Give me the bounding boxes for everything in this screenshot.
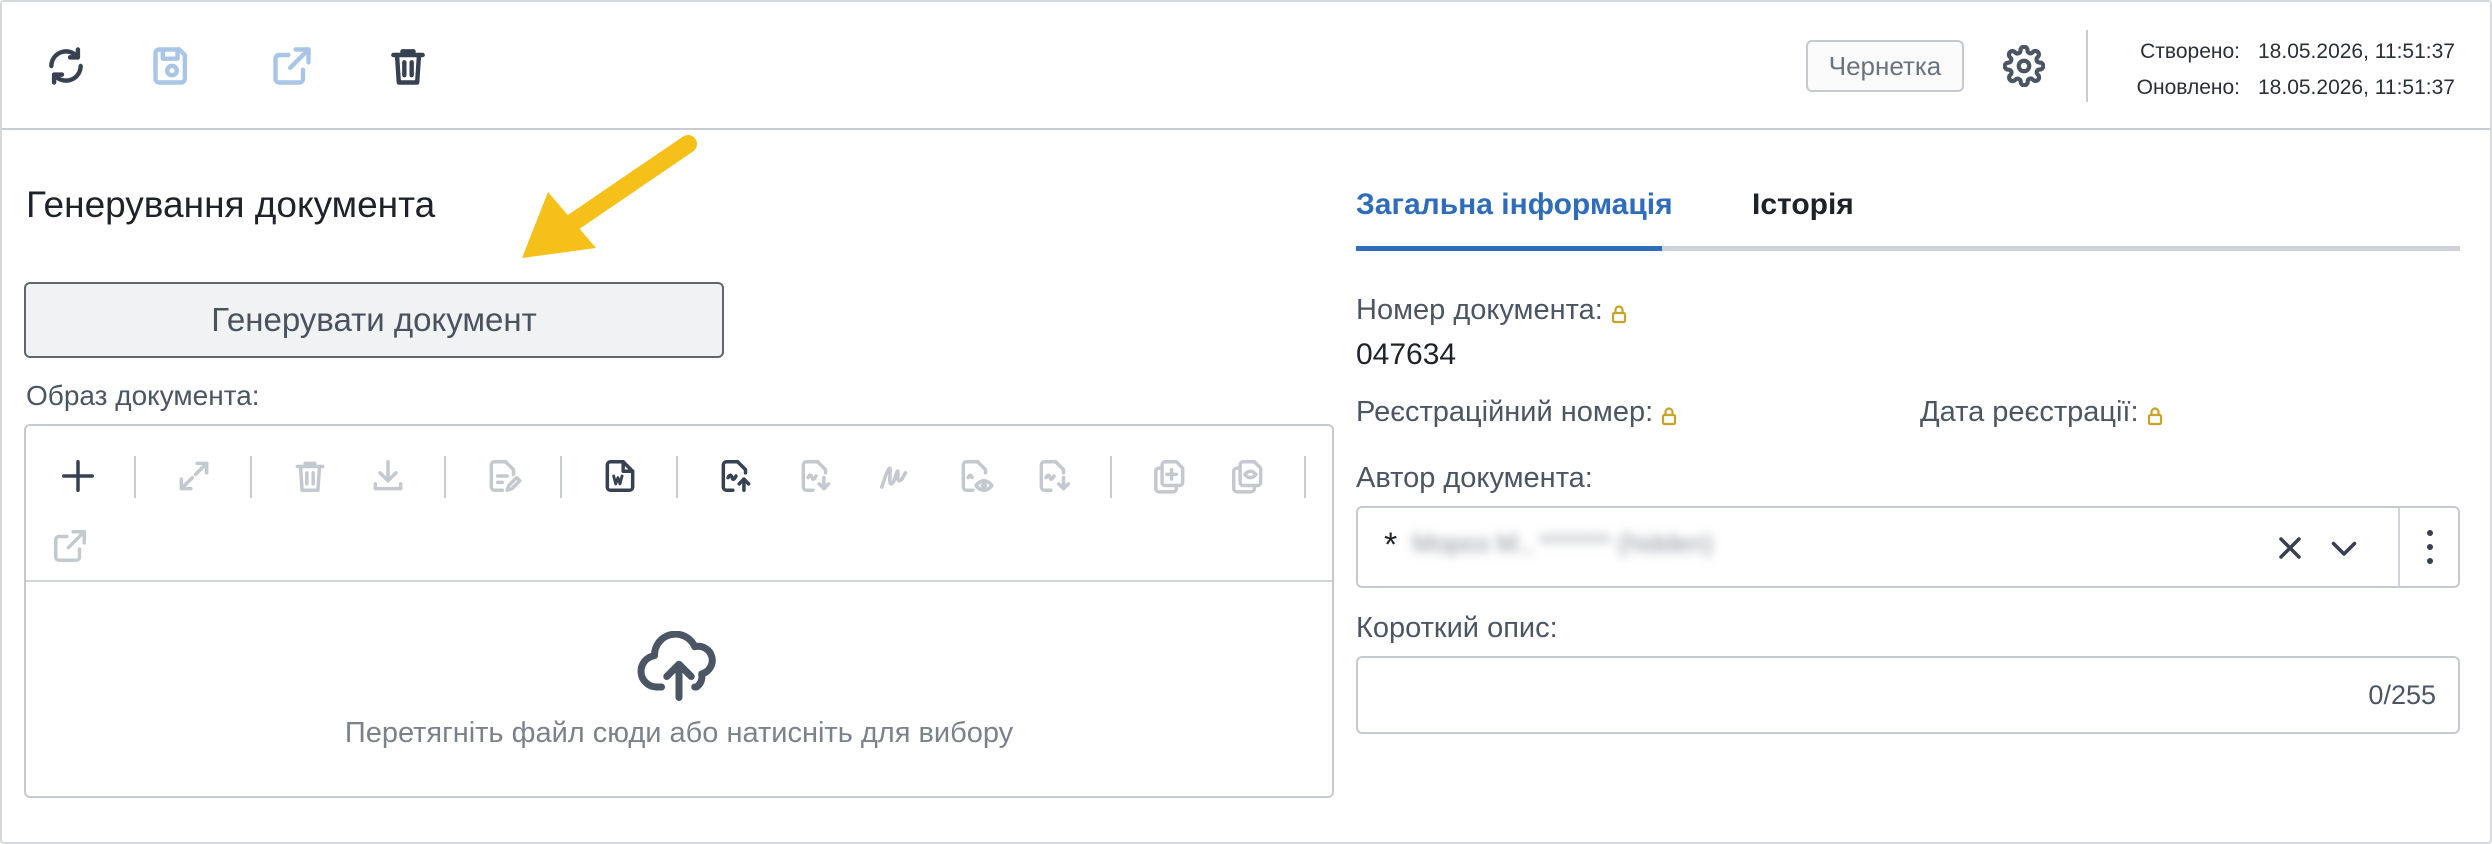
dropzone-text: Перетягніть файл сюди або натисніть для … [344,716,1014,749]
doc-number-label: Номер документа: [1356,294,1629,327]
doc-number-value: 047634 [1356,338,1457,371]
reg-number-label-text: Реєстраційний номер: [1356,396,1654,428]
reg-number-label: Реєстраційний номер: [1356,396,1679,429]
open-external-icon[interactable] [264,38,320,94]
active-tab-indicator [1356,246,1662,251]
toolbar-divider [560,456,562,498]
copy-view-icon[interactable] [1224,452,1272,500]
lock-icon [1609,300,1629,323]
doc-number-label-text: Номер документа: [1356,294,1603,326]
open-external-icon[interactable] [46,522,94,570]
section-title: Генерування документа [26,184,436,225]
add-icon[interactable] [54,452,102,500]
gear-icon[interactable] [1996,38,2052,94]
word-file-icon[interactable] [596,452,644,500]
sign-save-icon[interactable] [1030,452,1078,500]
toolbar-separator [2086,30,2088,102]
copy-add-icon[interactable] [1146,452,1194,500]
document-image-label: Образ документа: [26,380,260,411]
document-meta: Створено: 18.05.2026, 11:51:37 Оновлено:… [2114,34,2455,106]
status-badge: Чернетка [1806,40,1964,92]
toolbar-divider [134,456,136,498]
created-label: Створено: [2140,40,2240,63]
author-select[interactable]: * Мороз М., ******* (hidden) [1356,506,2460,588]
trash-icon[interactable] [286,452,334,500]
author-value-blurred: Мороз М., ******* (hidden) [1412,528,1713,558]
download-icon[interactable] [364,452,412,500]
save-icon[interactable] [144,38,200,94]
short-desc-label: Короткий опис: [1356,612,1558,644]
reg-date-label-text: Дата реєстрації: [1920,396,2139,428]
delete-icon[interactable] [380,38,436,94]
sign-download-icon[interactable] [792,452,840,500]
char-counter: 0/255 [2368,680,2436,710]
created-value: 18.05.2026, 11:51:37 [2258,40,2455,63]
select-divider [2398,508,2400,586]
cloud-upload-icon [637,630,716,701]
toolbar-divider [444,456,446,498]
toolbar-divider [676,456,678,498]
lock-icon [1659,402,1679,425]
document-image-toolbar [26,426,1332,582]
chevron-down-icon[interactable] [2326,530,2362,566]
signature-icon[interactable] [872,452,920,500]
generate-document-button[interactable]: Генерувати документ [24,282,724,358]
short-desc-field[interactable]: 0/255 [1356,656,2460,734]
updated-label: Оновлено: [2136,76,2240,99]
annotation-arrow-icon [522,135,697,258]
short-desc-input[interactable] [1378,672,2278,720]
sign-view-icon[interactable] [952,452,1000,500]
author-label: Автор документа: [1356,462,1593,494]
toolbar-divider [1304,456,1306,498]
sign-upload-icon[interactable] [712,452,760,500]
clear-icon[interactable] [2272,530,2308,566]
top-toolbar: Чернетка Створено: 18.05.2026, 11:51:37 … [2,2,2490,130]
updated-value: 18.05.2026, 11:51:37 [2258,76,2455,99]
more-options-icon[interactable] [2414,526,2446,568]
author-required-mark: * [1384,526,1398,564]
tab-general-info[interactable]: Загальна інформація [1356,188,1673,222]
document-image-panel: Перетягніть файл сюди або натисніть для … [24,424,1334,798]
reg-date-label: Дата реєстрації: [1920,396,2165,429]
edit-file-icon[interactable] [480,452,528,500]
toolbar-divider [250,456,252,498]
expand-icon[interactable] [170,452,218,500]
tab-bar: Загальна інформація Історія [1356,170,2460,252]
tab-history[interactable]: Історія [1752,188,1854,222]
file-dropzone[interactable]: Перетягніть файл сюди або натисніть для … [26,584,1332,796]
refresh-icon[interactable] [38,38,94,94]
lock-icon [2145,402,2165,425]
toolbar-divider [1110,456,1112,498]
